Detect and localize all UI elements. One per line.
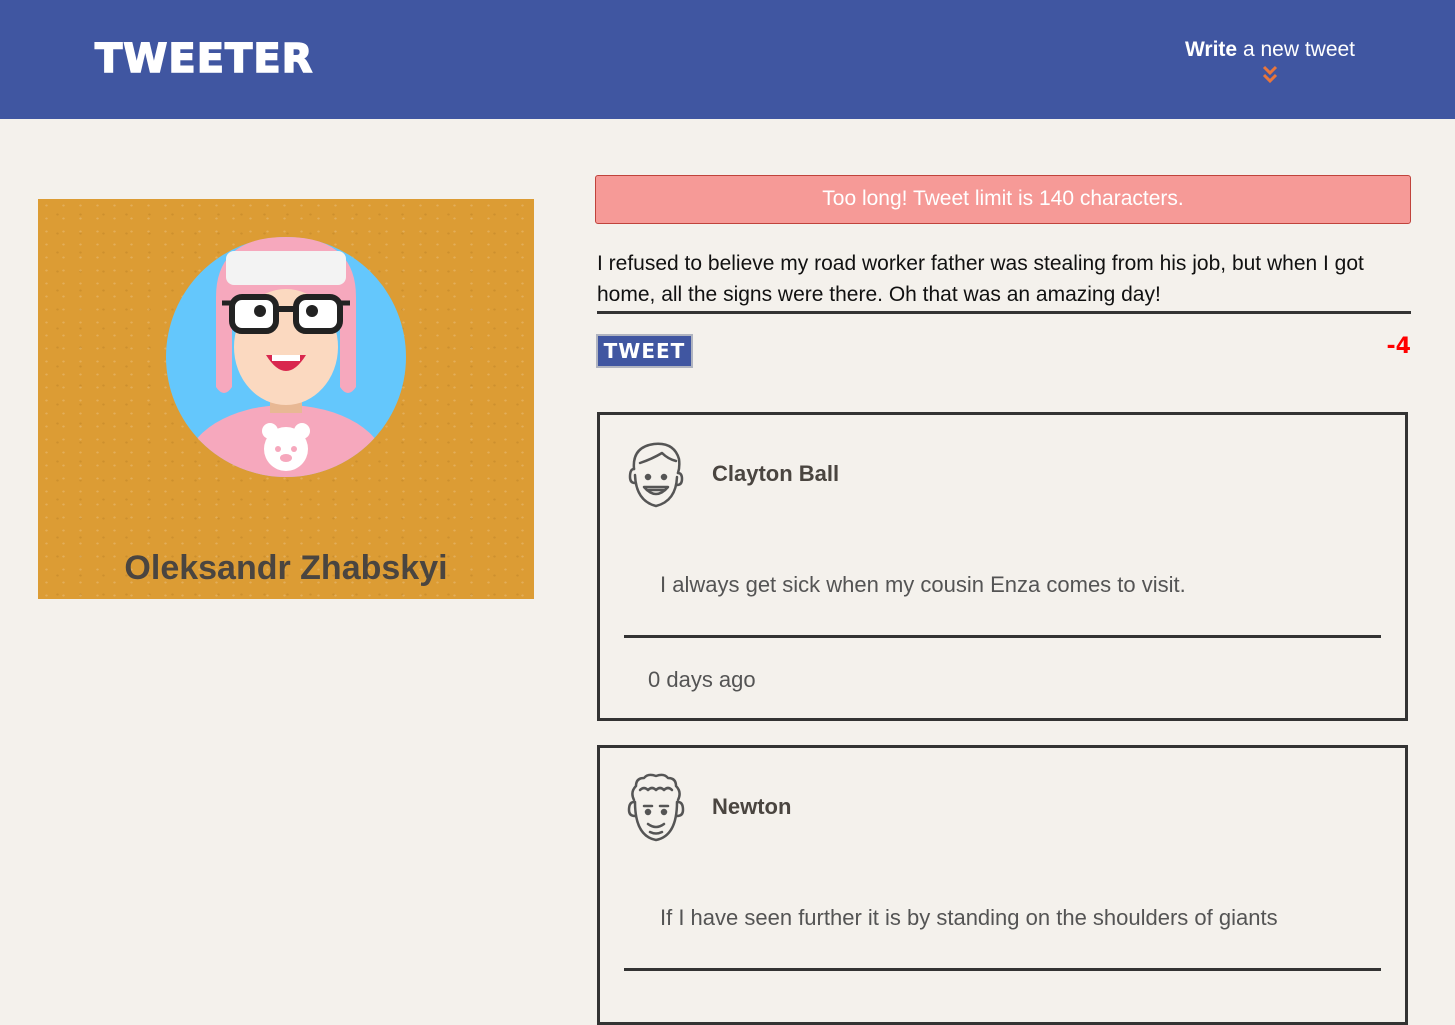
tweet-submit-button[interactable]: TWEET [596, 334, 693, 368]
tweet-author: Newton [712, 794, 792, 819]
write-new-tweet-label: Write a new tweet [1184, 38, 1356, 61]
curly-hair-man-avatar-icon [627, 773, 685, 842]
tweet-divider [624, 968, 1381, 971]
double-chevron-down-icon [1262, 65, 1278, 84]
tweet-textarea[interactable]: I refused to believe my road worker fath… [597, 248, 1411, 314]
tweet-divider [624, 635, 1381, 638]
tweet-card: Newton If I have seen further it is by s… [597, 745, 1408, 1025]
profile-card: Oleksandr Zhabskyi [38, 199, 534, 599]
profile-name: Oleksandr Zhabskyi [124, 549, 448, 587]
write-new-tweet-toggle[interactable]: Write a new tweet [1180, 38, 1360, 86]
tweet-author: Clayton Ball [712, 461, 840, 486]
tweet-card: Clayton Ball I always get sick when my c… [597, 412, 1408, 721]
error-message: Too long! Tweet limit is 140 characters. [595, 175, 1411, 224]
top-nav: TWEETER Write a new tweet [0, 0, 1455, 119]
smiling-man-avatar-icon [628, 442, 684, 508]
tweet-content: If I have seen further it is by standing… [660, 905, 1278, 930]
tweet-timestamp: 0 days ago [648, 667, 756, 692]
profile-avatar-icon [166, 237, 406, 477]
tweet-content: I always get sick when my cousin Enza co… [660, 572, 1186, 597]
character-counter: -4 [1386, 334, 1411, 359]
brand-logo[interactable]: TWEETER [94, 35, 313, 83]
